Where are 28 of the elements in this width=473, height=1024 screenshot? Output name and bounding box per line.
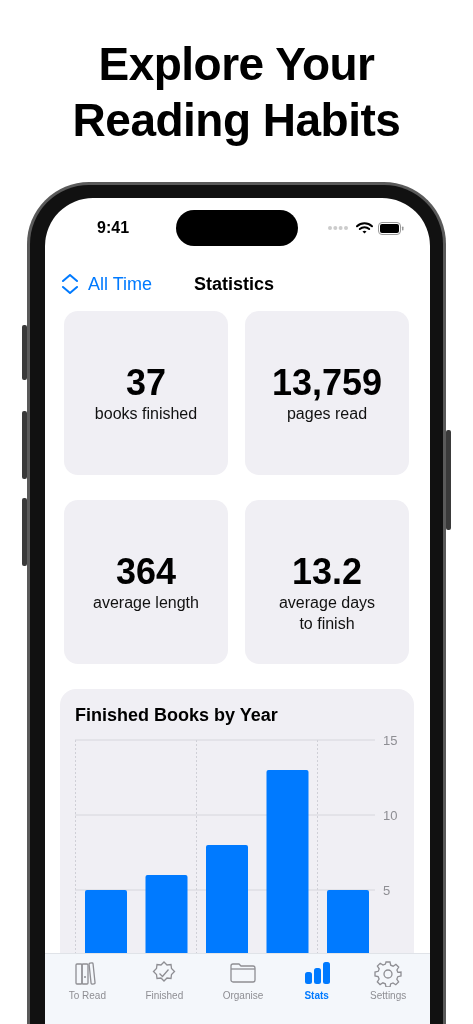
nav-title: Statistics <box>194 273 275 295</box>
status-time: 9:41 <box>97 219 130 237</box>
tab[interactable]: Finished <box>141 960 188 1006</box>
wifi-icon <box>356 222 373 234</box>
signal-icon <box>327 225 349 231</box>
stat-value: 37 <box>125 363 166 403</box>
stat-value: 13,759 <box>271 363 383 403</box>
axis-tick-label: 10 <box>383 808 398 823</box>
headline-line: Explore Your <box>98 37 375 92</box>
chevron-up-down-icon <box>61 274 79 294</box>
chart-title: Finished Books by Year <box>75 705 279 726</box>
settings-icon <box>374 960 403 987</box>
headline-line: Reading Habits <box>72 93 401 148</box>
tab[interactable]: Organise <box>218 960 268 1006</box>
tab[interactable]: Stats <box>298 960 335 1006</box>
stat-label: books finished <box>93 404 199 424</box>
filter-button[interactable]: All Time <box>61 273 152 295</box>
stat-value: 13.2 <box>291 552 363 592</box>
axis-tick-label: 15 <box>383 733 398 748</box>
axis-tick-label: 5 <box>383 883 391 898</box>
tab[interactable]: Settings <box>366 960 411 1006</box>
battery-icon <box>378 221 404 235</box>
stat-value: 364 <box>115 552 177 592</box>
stat-label: average days to finish <box>277 593 377 634</box>
stat-label: pages read <box>285 404 369 424</box>
bar-chart-icon <box>302 960 331 987</box>
stat-label: average length <box>92 593 200 613</box>
tab[interactable]: To Read <box>64 960 110 1006</box>
